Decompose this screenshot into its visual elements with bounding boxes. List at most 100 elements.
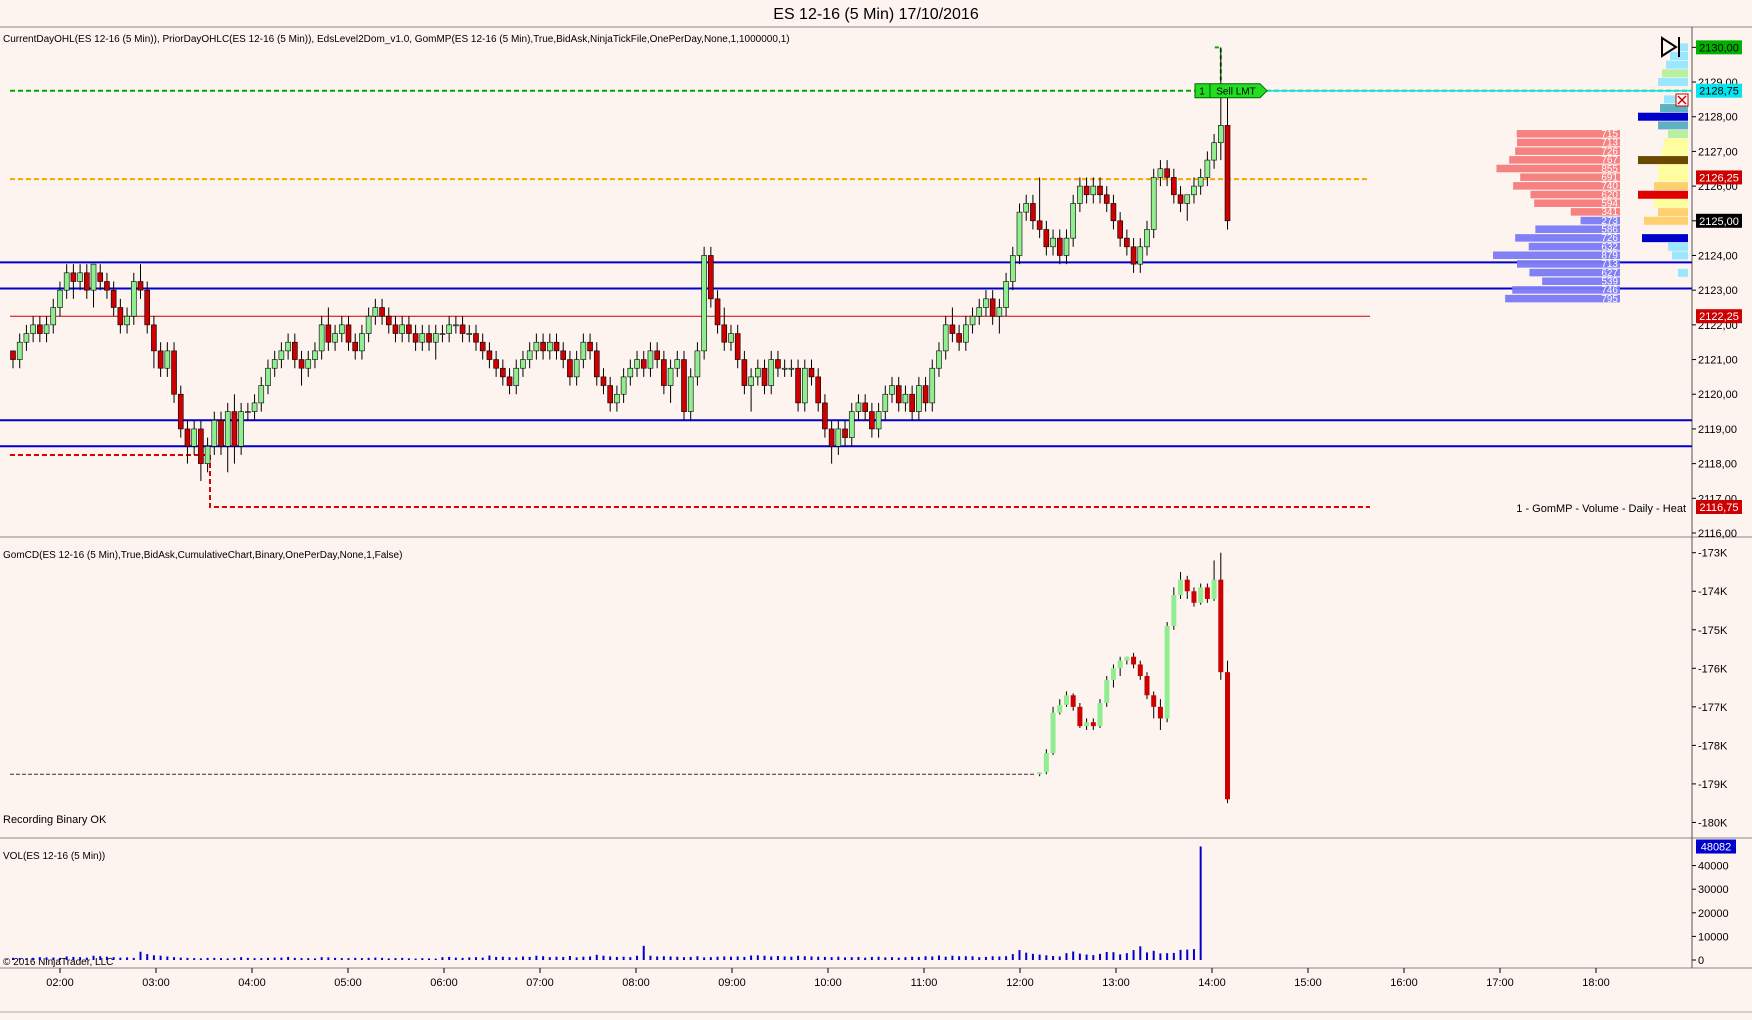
price-marker-label: 2130,00	[1699, 42, 1739, 54]
price-candle-body	[164, 350, 171, 369]
price-candle-body	[573, 359, 580, 378]
price-candle-body	[761, 367, 768, 386]
price-candle-body	[1070, 203, 1076, 239]
price-candle-body	[1191, 185, 1197, 196]
price-candle-body	[922, 385, 929, 404]
price-candle-body	[493, 359, 499, 369]
delta-candle-body	[1211, 579, 1217, 599]
price-candle-body	[50, 307, 57, 326]
price-marker-label: 2128,75	[1699, 86, 1739, 98]
price-axis-tick-label: 2118,00	[1698, 459, 1737, 471]
delta-candle-body	[1225, 672, 1231, 800]
delta-candle-body	[1191, 591, 1197, 603]
heat-profile-bar	[1658, 164, 1688, 173]
delta-candle-body	[1124, 656, 1130, 661]
delta-candle-body	[1204, 587, 1210, 599]
price-candle-body	[929, 367, 936, 404]
price-candle-body	[218, 419, 224, 447]
price-candle-body	[674, 359, 681, 369]
time-axis-label: 02:00	[46, 977, 74, 989]
volume-panel-indicator-label: VOL(ES 12-16 (5 Min))	[3, 851, 105, 862]
price-candle-body	[996, 307, 1003, 317]
time-axis-label: 07:00	[526, 977, 554, 989]
volume-axis-tick-label: 0	[1698, 955, 1704, 967]
price-candle-body	[513, 367, 520, 386]
price-candle-body	[580, 341, 587, 360]
heat-profile-bar	[1638, 156, 1688, 165]
price-candle-body	[620, 376, 627, 395]
price-axis-tick-label: 2120,00	[1698, 389, 1738, 401]
price-candle-body	[1130, 246, 1137, 265]
delta-axis-tick-label: -176K	[1698, 663, 1728, 675]
time-axis-label: 03:00	[142, 977, 170, 989]
price-candle-body	[473, 333, 479, 343]
price-candle-body	[265, 367, 271, 386]
chart-canvas[interactable]: ES 12-16 (5 Min) 17/10/2016 CurrentDayOH…	[0, 0, 1752, 1015]
time-axis-label: 13:00	[1102, 977, 1130, 989]
price-candle-body	[392, 324, 399, 334]
price-candle-body	[84, 272, 90, 291]
volume-marker-label: 48082	[1701, 842, 1732, 854]
price-candle-body	[1224, 125, 1231, 222]
price-candle-body	[151, 324, 157, 352]
delta-candle-body	[1097, 702, 1103, 727]
time-axis-label: 08:00	[622, 977, 650, 989]
price-candle-body	[701, 255, 707, 352]
delta-candle-body	[1218, 579, 1224, 673]
price-marker-label: 2125,00	[1699, 216, 1739, 228]
price-candle-body	[808, 367, 815, 378]
delta-candle-body	[1043, 753, 1049, 773]
price-candle-body	[835, 428, 842, 447]
heat-profile-bar	[1668, 242, 1688, 251]
delta-axis-tick-label: -178K	[1698, 740, 1728, 752]
close-order-icon[interactable]	[1675, 93, 1689, 107]
delta-candle-body	[1104, 679, 1110, 703]
price-candle-body	[654, 350, 660, 360]
delta-candle-body	[1137, 664, 1143, 677]
delta-candle-body	[1171, 595, 1177, 626]
price-candle-body	[788, 367, 795, 370]
price-marker-label: 2126,25	[1699, 172, 1739, 184]
price-candle-body	[989, 298, 996, 317]
price-candle-body	[848, 411, 855, 438]
time-axis-label: 17:00	[1486, 977, 1514, 989]
price-candle-body	[627, 367, 634, 378]
time-axis-label: 18:00	[1582, 977, 1610, 989]
price-marker-label: 2122,25	[1699, 311, 1739, 323]
price-candle-body	[231, 411, 238, 447]
price-candle-body	[157, 350, 164, 369]
price-candle-body	[305, 359, 312, 369]
price-candle-body	[828, 428, 835, 447]
price-candle-body	[359, 333, 365, 352]
price-candle-body	[520, 359, 526, 369]
price-candle-body	[372, 307, 379, 317]
price-candle-body	[775, 359, 781, 369]
price-candle-body	[708, 255, 714, 300]
price-candle-body	[325, 324, 332, 343]
price-candle-body	[70, 272, 77, 282]
price-candle-body	[694, 350, 701, 378]
price-candle-body	[97, 272, 104, 282]
heat-profile-bar	[1672, 251, 1688, 260]
price-candle-body	[1117, 220, 1123, 239]
time-axis-label: 15:00	[1294, 977, 1322, 989]
delta-candle-body	[1151, 695, 1157, 707]
price-candle-body	[902, 393, 909, 404]
price-candle-body	[298, 359, 305, 369]
heat-profile-bar	[1668, 130, 1688, 139]
price-candle-body	[332, 333, 338, 343]
volume-axis-tick-label: 20000	[1698, 908, 1729, 920]
price-candle-body	[640, 359, 647, 369]
order-tag-group[interactable]: 1 Sell LMT	[1194, 83, 1268, 99]
price-panel-indicator-label: CurrentDayOHL(ES 12-16 (5 Min)), PriorDa…	[3, 34, 790, 45]
price-candle-body	[567, 359, 573, 378]
price-candle-body	[1150, 177, 1157, 230]
heat-profile-bar	[1658, 173, 1688, 182]
delta-candle-body	[1063, 695, 1069, 705]
price-candle-body	[969, 315, 976, 326]
delta-axis-tick-label: -175K	[1698, 625, 1728, 637]
price-candle-body	[949, 324, 956, 334]
price-candle-body	[607, 385, 613, 404]
volume-axis-tick-label: 10000	[1698, 931, 1729, 943]
price-candle-body	[385, 315, 392, 326]
